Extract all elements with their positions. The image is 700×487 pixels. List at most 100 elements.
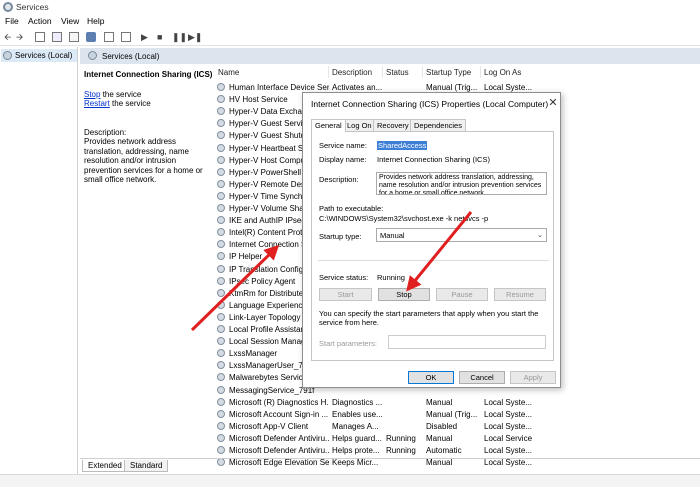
stop-line: Stop the service — [84, 90, 141, 99]
service-description-cell: Helps guard... — [332, 433, 382, 443]
service-name-cell: Microsoft Account Sign-in ... — [229, 409, 329, 419]
column-divider[interactable] — [328, 66, 329, 78]
path-value: C:\WINDOWS\System32\svchost.exe -k netsv… — [319, 214, 489, 223]
refresh-icon[interactable] — [69, 32, 79, 42]
stop-button[interactable]: Stop — [378, 288, 430, 301]
back-icon[interactable]: 🡨 — [4, 31, 11, 43]
column-divider[interactable] — [422, 66, 423, 78]
service-name-cell: Microsoft Defender Antiviru... — [229, 446, 329, 455]
properties-icon[interactable] — [52, 32, 62, 42]
dialog-tabs: General Log On Recovery Dependencies — [311, 119, 554, 132]
cancel-button[interactable]: Cancel — [459, 371, 505, 384]
stop-service-icon[interactable]: ■ — [157, 31, 162, 43]
service-description-cell: Manages A... — [332, 421, 379, 431]
tree-item-services-local[interactable]: Services (Local) — [1, 49, 77, 62]
start-parameters-label: Start parameters: — [319, 339, 377, 348]
tab-general[interactable]: General — [311, 119, 346, 132]
service-description-cell: Activates an... — [332, 83, 383, 92]
table-row[interactable]: Microsoft Defender Antiviru... Helps prot… — [214, 444, 700, 456]
service-gear-icon — [217, 228, 225, 237]
pause-button[interactable]: Pause — [436, 288, 488, 301]
close-icon[interactable]: ✕ — [547, 96, 559, 109]
service-gear-icon — [217, 131, 225, 140]
service-gear-icon — [217, 107, 225, 116]
services-header: Services (Local) — [80, 48, 700, 64]
service-description-cell: Enables use... — [332, 409, 383, 419]
service-logon-cell: Local Syste... — [484, 409, 533, 419]
service-gear-icon — [217, 216, 225, 225]
service-logon-cell: Local Syste... — [484, 397, 533, 407]
column-header-description[interactable]: Description — [332, 68, 372, 77]
tab-extended[interactable]: Extended — [82, 460, 128, 472]
restart-link[interactable]: Restart — [84, 99, 110, 108]
start-button[interactable]: Start — [319, 288, 372, 301]
service-gear-icon — [217, 119, 225, 128]
description-heading: Description: — [84, 128, 127, 137]
chevron-down-icon: ⌄ — [537, 232, 543, 239]
start-service-icon[interactable]: ▶ — [141, 31, 148, 43]
table-row[interactable]: Microsoft Defender Antiviru... Helps guar… — [214, 432, 700, 444]
column-header-startup-type[interactable]: Startup Type — [426, 68, 471, 77]
forward-icon[interactable]: 🡪 — [16, 31, 23, 43]
tree-item-label: Services (Local) — [15, 51, 73, 60]
service-name-value[interactable]: SharedAccess — [377, 141, 428, 150]
selected-service-name: Internet Connection Sharing (ICS) — [84, 70, 213, 79]
service-gear-icon — [217, 95, 225, 104]
startup-type-select[interactable]: Manual ⌄ — [376, 228, 547, 242]
column-header-name[interactable]: Name — [218, 68, 239, 77]
tab-log-on[interactable]: Log On — [343, 119, 376, 131]
description-textbox[interactable]: Provides network address translation, ad… — [376, 172, 547, 195]
services-icon — [3, 51, 12, 60]
service-gear-icon — [217, 337, 225, 346]
service-description-cell: Diagnostics ... — [332, 397, 383, 407]
apply-button[interactable]: Apply — [510, 371, 556, 384]
service-gear-icon — [217, 204, 225, 212]
stop-link[interactable]: Stop — [84, 90, 100, 99]
services-icon — [88, 51, 97, 60]
service-startup-cell: Automatic — [426, 446, 462, 455]
service-description-cell: Helps prote... — [332, 446, 380, 455]
menu-help[interactable]: Help — [87, 16, 104, 26]
header-title: Services (Local) — [102, 52, 160, 61]
display-name-value[interactable]: Internet Connection Sharing (ICS) — [377, 155, 490, 164]
general-tab-panel: Service name: SharedAccess Display name:… — [311, 131, 554, 361]
table-row[interactable]: Microsoft App-V Client Manages A... Disabl… — [214, 420, 700, 432]
restart-line: Restart the service — [84, 99, 151, 108]
column-header-status[interactable]: Status — [386, 68, 409, 77]
console-tree-icon[interactable] — [35, 32, 45, 42]
tab-recovery[interactable]: Recovery — [373, 119, 413, 131]
menu-action[interactable]: Action — [28, 16, 52, 26]
restart-suffix: the service — [109, 99, 151, 108]
startup-type-label: Startup type: — [319, 232, 362, 241]
service-status-cell: Running — [386, 433, 416, 443]
service-logon-cell: Local Syste... — [484, 446, 533, 455]
menu-file[interactable]: File — [5, 16, 19, 26]
service-gear-icon — [217, 397, 225, 406]
pause-service-icon[interactable]: ❚❚ — [172, 31, 187, 43]
ok-button[interactable]: OK — [408, 371, 454, 384]
service-gear-icon — [217, 167, 225, 176]
tab-dependencies[interactable]: Dependencies — [410, 119, 466, 131]
resume-button[interactable]: Resume — [494, 288, 546, 301]
start-parameters-input[interactable] — [388, 335, 546, 349]
tab-standard[interactable]: Standard — [124, 460, 169, 472]
toolbar: 🡨 🡪 ▶ ■ ❚❚ ▶❚ — [0, 28, 700, 46]
action-pane-icon[interactable] — [121, 32, 131, 42]
column-divider[interactable] — [480, 66, 481, 78]
service-gear-icon — [217, 325, 225, 333]
help-icon[interactable] — [104, 32, 114, 42]
menu-view[interactable]: View — [61, 16, 79, 26]
table-row[interactable]: Microsoft Account Sign-in ... Enables use… — [214, 408, 700, 420]
service-gear-icon — [217, 312, 225, 321]
column-header-log-on-as[interactable]: Log On As — [484, 68, 521, 77]
table-row[interactable]: Microsoft (R) Diagnostics H... Diagnostic… — [214, 396, 700, 408]
export-list-icon[interactable] — [86, 32, 96, 42]
column-divider[interactable] — [382, 66, 383, 78]
window-title: Services — [16, 2, 49, 12]
service-gear-icon — [217, 155, 225, 164]
service-gear-icon — [217, 409, 225, 418]
service-status-value: Running — [377, 273, 405, 282]
service-gear-icon — [217, 361, 225, 370]
console-tree: Services (Local) — [0, 47, 78, 487]
restart-service-icon[interactable]: ▶❚ — [188, 31, 202, 43]
